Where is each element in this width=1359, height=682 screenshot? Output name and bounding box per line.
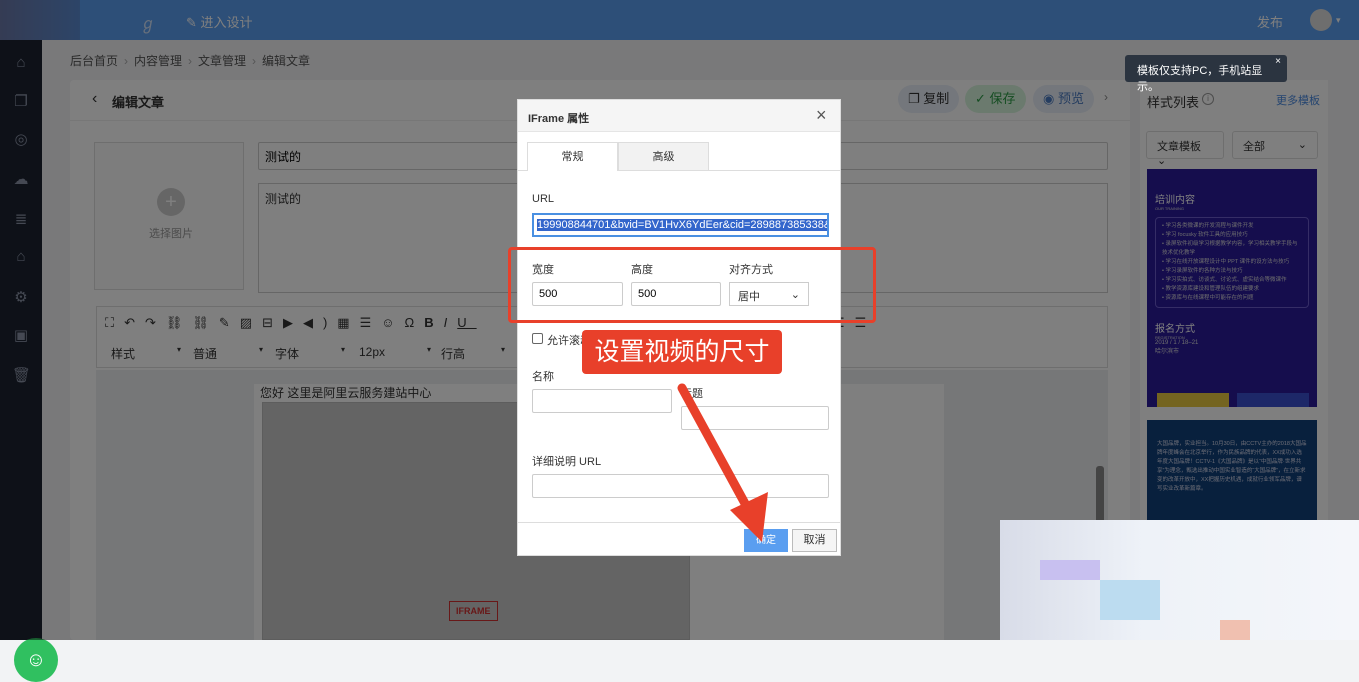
close-icon[interactable]: ×	[1275, 56, 1281, 67]
cancel-button[interactable]: 取消	[792, 529, 837, 552]
dialog-title: IFrame 属性	[528, 113, 590, 125]
tooltip: 模板仅支持PC，手机站显示。 ×	[1125, 55, 1287, 93]
blurred-region	[1000, 520, 1359, 640]
support-chat-icon[interactable]: ☺	[14, 638, 58, 682]
url-input[interactable]: 199908844701&bvid=BV1HvX6YdEer&cid=28988…	[532, 213, 829, 237]
name-input[interactable]	[532, 389, 672, 413]
highlight-box	[508, 247, 876, 323]
close-icon[interactable]: ×	[816, 105, 827, 126]
annotation-arrow	[677, 383, 768, 542]
tab-advanced[interactable]: 高级	[618, 142, 709, 170]
scroll-checkbox[interactable]	[532, 333, 543, 344]
annotation-label: 设置视频的尺寸	[582, 330, 782, 374]
tab-general[interactable]: 常规	[527, 142, 618, 171]
